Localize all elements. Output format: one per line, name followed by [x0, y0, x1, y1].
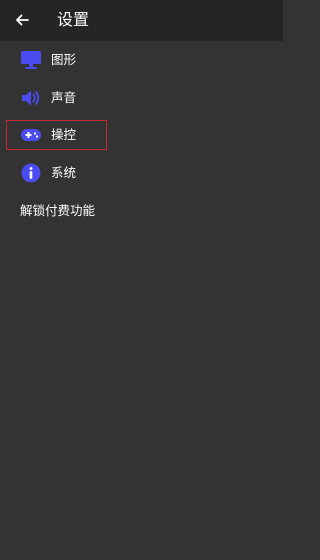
page-title: 设置: [57, 10, 90, 29]
menu-item-label: 系统: [51, 165, 77, 180]
gamepad-icon: [20, 124, 42, 146]
menu-item-label: 操控: [51, 127, 77, 142]
app-bar: 设置: [0, 0, 283, 41]
back-button[interactable]: [8, 6, 36, 34]
menu-item-system[interactable]: 系统: [8, 158, 281, 188]
menu-item-controls[interactable]: 操控: [8, 120, 281, 150]
arrow-left-icon: [16, 14, 29, 26]
volume-icon: [20, 87, 42, 109]
menu-item-graphics[interactable]: 图形: [8, 45, 281, 75]
unlock-premium-link[interactable]: 解锁付费功能: [20, 203, 95, 219]
menu-item-sound[interactable]: 声音: [8, 83, 281, 113]
menu-item-label: 图形: [51, 52, 77, 67]
info-icon: [20, 162, 42, 184]
menu-item-label: 声音: [51, 90, 77, 105]
monitor-icon: [20, 49, 42, 71]
